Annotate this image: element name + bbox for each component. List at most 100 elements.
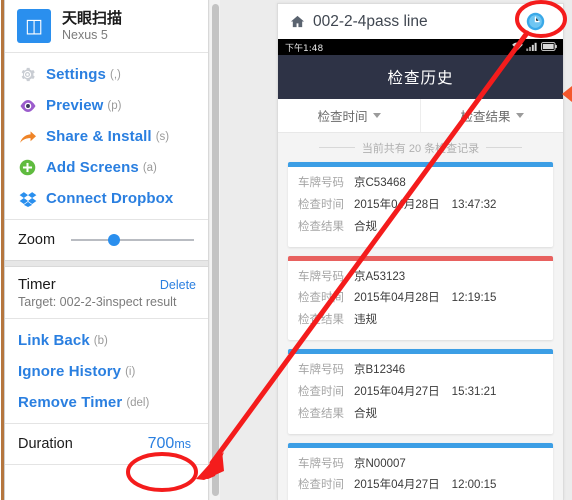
- action-shortcut: (i): [125, 365, 136, 378]
- canvas-background: [220, 0, 277, 500]
- field-label: 检查结果: [298, 220, 344, 233]
- card-field-time: 检查时间 2015年04月28日 12:19:15: [298, 288, 543, 310]
- field-value: 京C53468: [354, 177, 406, 189]
- dropbox-icon: [18, 189, 37, 208]
- field-label: 检查结果: [298, 314, 344, 327]
- record-list[interactable]: 当前共有 20 条检查记录 车牌号码 京C53468 检查时间 2015年04月…: [278, 133, 563, 500]
- sidebar-panel: ◫ 天眼扫描 Nexus 5 Settings (,) Preview (p) …: [5, 0, 209, 500]
- duration-value[interactable]: 700ms: [148, 435, 191, 453]
- app-logo-icon: ◫: [17, 9, 51, 43]
- sidebar-item-label: Connect Dropbox: [46, 190, 174, 207]
- card-field-result: 检查结果 违规: [298, 310, 543, 332]
- phone-titlebar: 002-2-4pass line: [278, 4, 563, 39]
- sidebar-item-remove-timer[interactable]: Remove Timer (del): [5, 387, 208, 418]
- card-field-result: 检查结果 合规: [298, 404, 543, 426]
- plus-circle-icon: [18, 158, 37, 177]
- sidebar-item-label: Settings: [46, 66, 106, 83]
- app-nav-bar: 检查历史: [278, 55, 563, 99]
- duration-unit: ms: [174, 437, 191, 451]
- chevron-down-icon: [372, 113, 381, 118]
- record-count-row: 当前共有 20 条检查记录: [288, 133, 553, 162]
- clock-icon[interactable]: [526, 12, 545, 31]
- list-item[interactable]: 车牌号码 京B12346 检查时间 2015年04月27日 15:31:21 检查…: [288, 349, 553, 434]
- filter-inspect-time[interactable]: 检查时间: [278, 99, 420, 132]
- card-field-plate: 车牌号码 京B12346: [298, 360, 543, 382]
- action-label: Link Back: [18, 332, 90, 349]
- status-bar-icons: [512, 38, 557, 56]
- timer-target-text: Target: 002-2-3inspect result: [18, 295, 177, 309]
- action-shortcut: (del): [126, 396, 150, 409]
- screenshot-root: ◫ 天眼扫描 Nexus 5 Settings (,) Preview (p) …: [0, 0, 572, 500]
- card-field-plate: 车牌号码 京A53123: [298, 267, 543, 289]
- chevron-down-icon: [515, 113, 524, 118]
- field-value: 2015年04月27日 12:00:15: [354, 475, 496, 497]
- field-value: 2015年04月27日 15:31:21: [354, 382, 496, 404]
- record-time: 12:00:15: [451, 479, 497, 492]
- sidebar-item-label: Preview: [46, 97, 104, 114]
- timer-delete-link[interactable]: Delete: [160, 278, 196, 292]
- field-value: 违规: [354, 314, 377, 327]
- sidebar-item-preview[interactable]: Preview (p): [5, 90, 208, 121]
- field-value: 2015年04月28日 12:19:15: [354, 288, 496, 310]
- card-field-plate: 车牌号码 京C53468: [298, 173, 543, 195]
- eye-icon: [18, 96, 37, 115]
- sidebar-item-ignore-history[interactable]: Ignore History (i): [5, 356, 208, 387]
- filter-label: 检查时间: [317, 110, 368, 124]
- card-body: 车牌号码 京B12346 检查时间 2015年04月27日 15:31:21 检查…: [288, 354, 553, 434]
- record-time: 15:31:21: [451, 385, 497, 398]
- home-icon[interactable]: [290, 14, 305, 29]
- zoom-label: Zoom: [18, 232, 56, 248]
- record-time: 12:19:15: [451, 292, 497, 305]
- signal-icon: [526, 38, 538, 56]
- field-label: 车牌号码: [298, 364, 344, 377]
- field-label: 检查结果: [298, 407, 344, 420]
- field-value: 京A53123: [354, 270, 406, 283]
- sidebar-item-label: Share & Install: [46, 128, 152, 145]
- duration-number: 700: [147, 435, 175, 452]
- android-status-bar: 下午1:48: [278, 39, 563, 55]
- list-item[interactable]: 车牌号码 京A53123 检查时间 2015年04月28日 12:19:15 检查…: [288, 255, 553, 341]
- sidebar-item-shortcut: (s): [155, 130, 170, 143]
- sidebar-item-share-install[interactable]: Share & Install (s): [5, 121, 208, 152]
- gear-icon: [18, 65, 37, 84]
- list-item[interactable]: 车牌号码 京N00007 检查时间 2015年04月27日 12:00:15: [288, 442, 553, 500]
- phone-screen-title: 002-2-4pass line: [313, 12, 428, 30]
- right-edge-marker-icon: [562, 86, 572, 102]
- app-logo-glyph: ◫: [25, 15, 43, 37]
- app-device-name: Nexus 5: [62, 27, 108, 42]
- sidebar-section-gap: [5, 260, 208, 267]
- filter-bar: 检查时间 检查结果: [278, 99, 563, 133]
- field-label: 车牌号码: [298, 177, 344, 189]
- record-count-text: 当前共有 20 条检查记录: [361, 142, 480, 155]
- sidebar-item-shortcut: (,): [109, 68, 121, 81]
- action-label: Ignore History: [18, 363, 122, 380]
- action-shortcut: (b): [93, 334, 108, 347]
- card-body: 车牌号码 京C53468 检查时间 2015年04月28日 13:47:32 检查…: [288, 167, 553, 247]
- sidebar-item-label: Add Screens: [46, 159, 139, 176]
- card-body: 车牌号码 京A53123 检查时间 2015年04月28日 12:19:15 检查…: [288, 261, 553, 341]
- sidebar-item-connect-dropbox[interactable]: Connect Dropbox: [5, 183, 208, 214]
- sidebar-scrollbar-thumb[interactable]: [211, 4, 219, 496]
- filter-label: 检查结果: [460, 110, 511, 124]
- card-field-time: 检查时间 2015年04月28日 13:47:32: [298, 195, 543, 217]
- zoom-slider[interactable]: [71, 233, 194, 247]
- duration-label: Duration: [18, 436, 73, 452]
- battery-icon: [541, 38, 557, 56]
- card-body: 车牌号码 京N00007 检查时间 2015年04月27日 12:00:15: [288, 448, 553, 500]
- count-divider-right: [486, 147, 523, 148]
- record-time: 13:47:32: [451, 198, 497, 211]
- sidebar-item-link-back[interactable]: Link Back (b): [5, 325, 208, 356]
- sidebar-item-settings[interactable]: Settings (,): [5, 59, 208, 90]
- filter-inspect-result[interactable]: 检查结果: [420, 99, 563, 132]
- phone-preview-panel: 002-2-4pass line 下午1:48 检查历史 检查时间 检查结果 当…: [277, 3, 564, 500]
- app-header: ◫ 天眼扫描 Nexus 5: [5, 0, 208, 52]
- field-value: 京B12346: [354, 364, 406, 377]
- zoom-slider-thumb[interactable]: [108, 234, 121, 246]
- sidebar-item-add-screens[interactable]: Add Screens (a): [5, 152, 208, 183]
- card-field-time: 检查时间 2015年04月27日 15:31:21: [298, 382, 543, 404]
- timer-header: Timer Delete: [18, 276, 196, 293]
- list-item[interactable]: 车牌号码 京C53468 检查时间 2015年04月28日 13:47:32 检查…: [288, 162, 553, 247]
- sidebar-divider-bottom: [5, 464, 208, 465]
- app-title-group: 天眼扫描 Nexus 5: [62, 10, 122, 43]
- zoom-slider-track: [71, 239, 194, 241]
